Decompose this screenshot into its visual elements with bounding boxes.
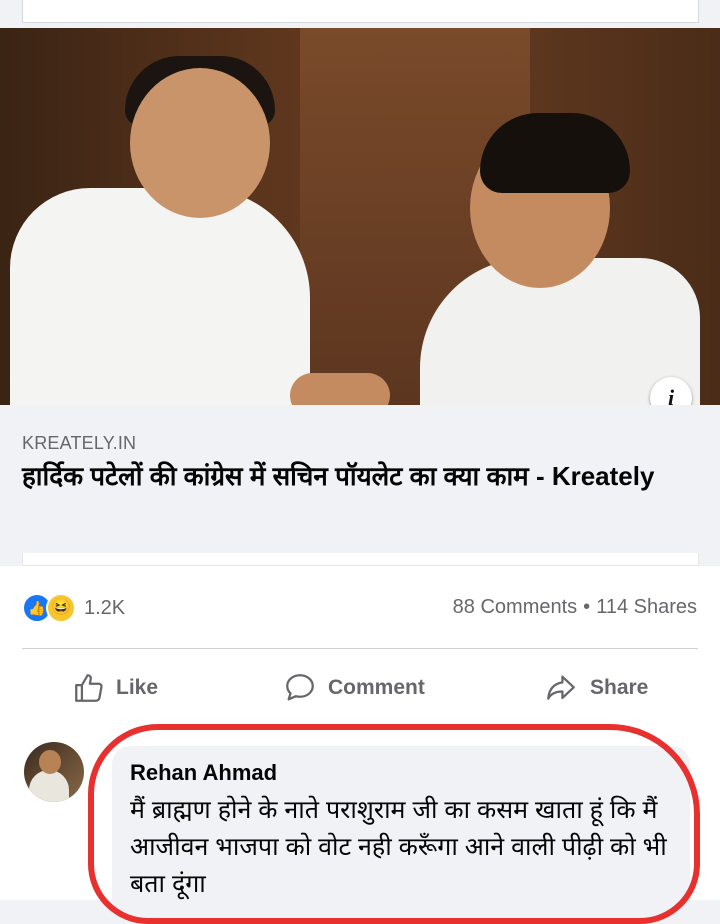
link-preview-image[interactable] bbox=[0, 28, 720, 405]
link-headline[interactable]: हार्दिक पटेलों की कांग्रेस में सचिन पॉयल… bbox=[22, 458, 702, 494]
link-card-bottom bbox=[22, 553, 699, 566]
share-label: Share bbox=[590, 676, 649, 699]
share-arrow-icon bbox=[547, 675, 575, 700]
comment-button[interactable]: Comment bbox=[282, 660, 425, 716]
share-button[interactable]: Share bbox=[542, 660, 648, 716]
comments-count[interactable]: 88 Comments bbox=[453, 596, 578, 618]
post-stats: 88 Comments • 114 Shares bbox=[453, 596, 697, 619]
comment-text: मैं ब्राह्मण होने के नाते पराशुराम जी का… bbox=[130, 796, 667, 898]
reaction-count: 1.2K bbox=[84, 596, 126, 619]
comment-author[interactable]: Rehan Ahmad bbox=[130, 760, 277, 786]
haha-icon: 😆 bbox=[46, 593, 76, 623]
link-domain: KREATELY.IN bbox=[22, 433, 137, 453]
shares-count[interactable]: 114 Shares bbox=[596, 596, 697, 618]
link-preview-meta[interactable]: KREATELY.IN हार्दिक पटेलों की कांग्रेस म… bbox=[0, 405, 720, 553]
comment-label: Comment bbox=[328, 676, 425, 699]
avatar[interactable] bbox=[24, 742, 84, 802]
reactions-summary[interactable]: 👍 😆 1.2K bbox=[22, 593, 126, 623]
thumbs-up-icon bbox=[75, 674, 103, 702]
person-left bbox=[10, 188, 310, 405]
divider bbox=[22, 648, 698, 649]
speech-bubble-icon bbox=[286, 674, 314, 701]
like-label: Like bbox=[116, 676, 159, 699]
stats-separator: • bbox=[583, 596, 591, 618]
action-bar: Like Comment Share bbox=[0, 660, 720, 716]
previous-post-card bbox=[22, 0, 699, 23]
like-button[interactable]: Like bbox=[72, 660, 158, 716]
